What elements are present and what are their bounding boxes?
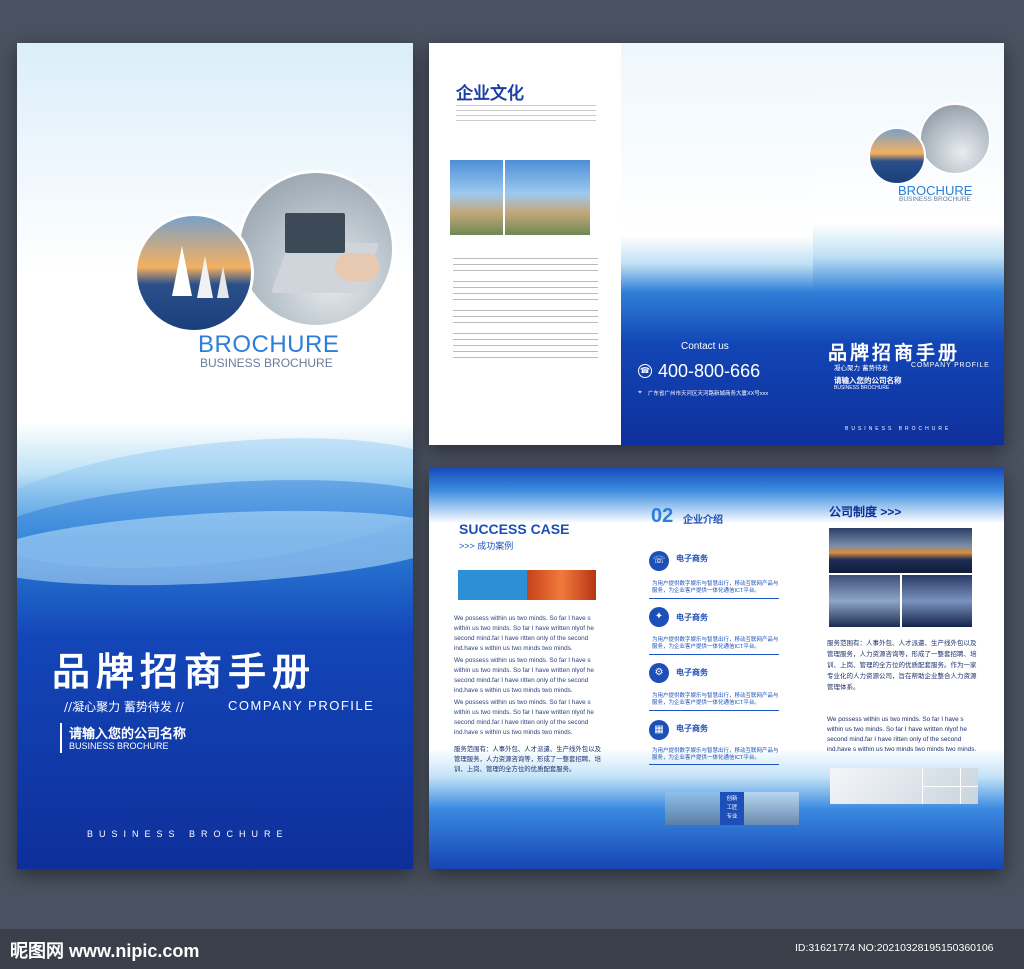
cover-footer: BUSINESS BROCHURE (87, 829, 289, 839)
watermark-id: ID:31621774 NO:20210328195150360106 (795, 942, 994, 954)
cover-main-title: 品牌招商手册 (52, 649, 317, 694)
success-subtitle: >>> 成功案例 (459, 541, 514, 551)
watermark-logo: 昵图网 www.nipic.com (10, 941, 200, 961)
back-footer: BUSINESS BROCHURE (845, 426, 952, 432)
cover-slogan: //凝心聚力 蓄势待发 // (64, 700, 184, 714)
chart-icon: ▦ (649, 720, 669, 740)
intro-item-title: 电子商务 (676, 613, 708, 622)
intro-item-text: 为用户提供数字娱乐与智慧出行，移动互联网产品与服务，为企业客户提供一体化通信IC… (652, 637, 779, 650)
intro-title: 企业介绍 (683, 515, 723, 526)
laptop-screen (285, 213, 345, 253)
intro-divider (649, 598, 779, 599)
intro-item-text: 为用户提供数字娱乐与智慧出行，移动互联网产品与服务，为企业客户提供一体化通信IC… (652, 693, 779, 706)
photo-divider (922, 786, 978, 787)
cover-company-name: 请输入您的公司名称 (69, 726, 187, 741)
policy-paragraph-en: We possess within us two minds. So far I… (827, 716, 977, 753)
phone-number: 400-800-666 (658, 361, 761, 381)
sail-shape (197, 256, 213, 298)
success-paragraph: We possess within us two minds. So far I… (454, 657, 594, 694)
photo-divider (450, 160, 505, 235)
sailboat-photo-circle (868, 127, 926, 185)
service-paragraph: 服务范围有：人事外包、人才派遣、生产线外包以及管理服务，人力资源咨询等，形成了一… (454, 746, 601, 773)
keyboard-photo (830, 768, 978, 804)
culture-photo (450, 160, 590, 235)
policy-title: 公司制度 >>> (829, 505, 902, 519)
intro-item-title: 电子商务 (676, 724, 708, 733)
building-photo (665, 792, 720, 825)
badge-block: 创新 工匠 专业 (720, 792, 744, 825)
intro-divider (649, 764, 779, 765)
back-company-profile: COMPANY PROFILE (911, 362, 990, 369)
phone-icon: ☏ (649, 551, 669, 571)
policy-photo-top (829, 528, 972, 573)
gear-icon: ⚙ (649, 663, 669, 683)
intro-item-title: 电子商务 (676, 668, 708, 677)
laptop-photo-circle (237, 170, 395, 328)
contact-address: 广东省广州市天河区天河路新城商务大厦XX号xxx (648, 391, 769, 397)
location-icon: ⌖ (638, 389, 642, 396)
policy-photo-left (829, 575, 900, 627)
cover-brochure-subtitle: BUSINESS BROCHURE (200, 356, 333, 370)
inner-spread: SUCCESS CASE >>> 成功案例 We possess within … (429, 467, 1004, 869)
back-brochure-subtitle: BUSINESS BROCHURE (899, 196, 971, 203)
hand-shape (335, 253, 380, 281)
badge-line: 工匠 (726, 805, 738, 811)
success-image-2 (527, 570, 596, 600)
success-title: SUCCESS CASE (459, 521, 570, 537)
phone-icon: ☎ (638, 364, 652, 378)
outer-spread: 企业文化 Contact us ☎ 400-800-666 ⌖ 广东省广州市天河… (429, 43, 1004, 445)
cover-divider (60, 723, 62, 753)
intro-number: 02 (651, 505, 674, 527)
policy-paragraph-cn: 服务范围有：人事外包、人才派遣、生产线外包以及管理服务，人力资源咨询等，形成了一… (827, 640, 977, 691)
badge-line: 创新 (726, 796, 738, 802)
sail-shape (172, 246, 192, 296)
culture-text-block (456, 101, 596, 125)
building-photo (744, 792, 799, 825)
cover-company-name-en: BUSINESS BROCHURE (69, 741, 169, 751)
intro-divider (649, 710, 779, 711)
contact-panel: Contact us ☎ 400-800-666 ⌖ 广东省广州市天河区天河路新… (621, 43, 813, 445)
back-main-title: 品牌招商手册 (828, 342, 961, 364)
laptop-photo-circle (919, 103, 991, 175)
cover-page: BROCHURE BUSINESS BROCHURE 品牌招商手册 //凝心聚力… (17, 43, 413, 869)
intro-item-text: 为用户提供数字娱乐与智慧出行，移动互联网产品与服务，为企业客户提供一体化通信IC… (652, 748, 779, 761)
sail-shape (217, 266, 229, 298)
intro-item-text: 为用户提供数字娱乐与智慧出行，移动互联网产品与服务，为企业客户提供一体化通信IC… (652, 581, 779, 594)
culture-panel: 企业文化 (429, 43, 621, 445)
cover-brochure-title: BROCHURE (198, 331, 340, 358)
success-paragraph: We possess within us two minds. So far I… (454, 615, 594, 652)
contact-label: Contact us (681, 341, 729, 352)
cover-company-profile: COMPANY PROFILE (228, 698, 375, 713)
back-cover-panel: BROCHURE BUSINESS BROCHURE 品牌招商手册 凝心聚力 蓄… (813, 43, 1004, 445)
back-company-name-en: BUSINESS BROCHURE (834, 385, 890, 391)
lightbulb-icon: ✦ (649, 607, 669, 627)
success-paragraph: We possess within us two minds. So far I… (454, 699, 594, 736)
culture-paragraphs (453, 253, 598, 363)
intro-divider (649, 654, 779, 655)
back-slogan: 凝心聚力 蓄势待发 (834, 364, 889, 372)
policy-photo-right (902, 575, 972, 627)
sailboat-photo-circle (134, 213, 254, 333)
badge-line: 专业 (726, 814, 738, 820)
intro-item-title: 电子商务 (676, 554, 708, 563)
success-image-1 (458, 570, 527, 600)
